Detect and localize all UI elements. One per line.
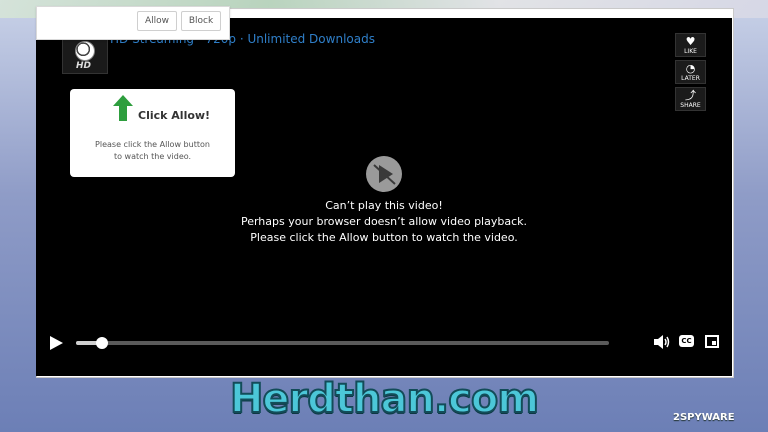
playback-error-message: Can’t play this video! Perhaps your brow… — [220, 198, 548, 246]
like-button[interactable]: ♥ LIKE — [675, 33, 706, 57]
film-reel-icon — [75, 41, 95, 61]
hd-label: HD — [76, 61, 92, 71]
disabled-play-icon[interactable] — [366, 156, 402, 192]
clock-icon: ◔ — [685, 61, 696, 75]
notification-permission-popup: Allow Block — [36, 6, 230, 40]
error-line3: Please click the Allow button to watch t… — [250, 231, 518, 244]
play-slash-icon — [373, 164, 396, 185]
later-label: LATER — [681, 74, 700, 82]
click-allow-line2: to watch the video. — [113, 152, 192, 161]
later-button[interactable]: ◔ LATER — [675, 60, 706, 84]
video-player — [36, 18, 732, 376]
error-line1: Can’t play this video! — [325, 199, 443, 212]
allow-button[interactable]: Allow — [137, 11, 177, 31]
side-actions: ♥ LIKE ◔ LATER ⤴ SHARE — [675, 33, 706, 114]
share-icon: ⤴ — [685, 88, 696, 102]
green-arrow-up-icon — [113, 95, 133, 121]
site-logo: 2SPYWARE — [673, 412, 735, 423]
watermark-title: Herdthan.com — [229, 375, 540, 423]
click-allow-card: Click Allow! Please click the Allow butt… — [70, 89, 235, 177]
share-label: SHARE — [680, 101, 701, 109]
volume-icon[interactable] — [654, 335, 672, 349]
hd-thumbnail: HD — [62, 34, 108, 74]
player-controls: CC — [36, 330, 732, 356]
like-label: LIKE — [684, 47, 697, 55]
progress-handle[interactable] — [96, 337, 108, 349]
play-icon[interactable] — [50, 336, 63, 350]
captions-icon[interactable]: CC — [679, 335, 694, 347]
error-line2: Perhaps your browser doesn’t allow video… — [240, 215, 528, 228]
progress-fill — [76, 341, 98, 345]
click-allow-line1: Please click the Allow button — [95, 140, 210, 149]
heart-icon: ♥ — [685, 34, 696, 48]
block-button[interactable]: Block — [181, 11, 221, 31]
progress-bar[interactable] — [76, 337, 609, 349]
share-button[interactable]: ⤴ SHARE — [675, 87, 706, 111]
click-allow-message: Please click the Allow button to watch t… — [80, 139, 225, 163]
click-allow-title: Click Allow! — [138, 109, 211, 122]
fullscreen-icon[interactable] — [705, 335, 719, 348]
